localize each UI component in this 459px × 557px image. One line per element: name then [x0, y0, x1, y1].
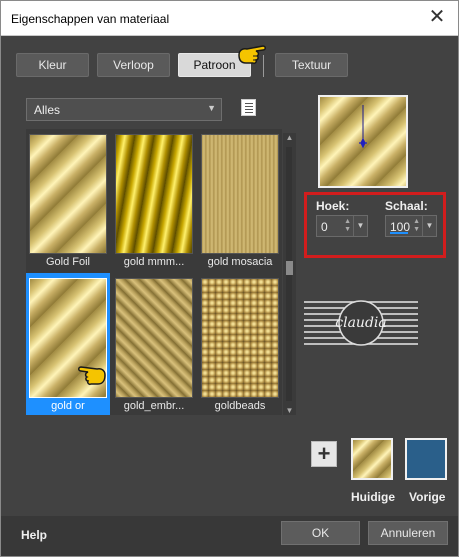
- angle-value: 0: [321, 220, 328, 234]
- angle-label: Hoek:: [316, 199, 350, 213]
- current-swatch[interactable]: [351, 438, 393, 480]
- pattern-name: gold_embr...: [123, 400, 185, 412]
- title-bar: Eigenschappen van materiaal ✕: [1, 1, 458, 36]
- gallery-scrollbar[interactable]: ▲ ▼: [283, 133, 296, 415]
- window-title: Eigenschappen van materiaal: [11, 12, 170, 26]
- pattern-name: gold mmm...: [123, 256, 185, 268]
- pattern-tile[interactable]: Gold Foil: [26, 129, 110, 271]
- pattern-thumbnail: [201, 278, 279, 398]
- tab-textuur[interactable]: Textuur: [275, 53, 348, 77]
- angle-indicator-icon: [359, 105, 367, 149]
- scrollbar-thumb[interactable]: [286, 261, 293, 275]
- material-properties-dialog: Eigenschappen van materiaal ✕ Kleur Verl…: [0, 0, 459, 557]
- pattern-name: gold or: [51, 400, 85, 412]
- chevron-down-icon[interactable]: ▼: [353, 216, 367, 236]
- category-value: Alles: [34, 103, 61, 117]
- close-icon[interactable]: ✕: [426, 6, 448, 28]
- scroll-down-icon[interactable]: ▼: [284, 406, 295, 415]
- spinner-icon[interactable]: ▲ ▼: [344, 218, 351, 234]
- scale-slider-bar: [390, 232, 408, 234]
- scroll-up-icon[interactable]: ▲: [284, 133, 295, 142]
- pattern-thumbnail: [29, 134, 107, 254]
- pattern-tile[interactable]: gold mmm...: [112, 129, 196, 271]
- pattern-thumbnail: [201, 134, 279, 254]
- tab-kleur[interactable]: Kleur: [16, 53, 89, 77]
- chevron-down-icon[interactable]: ▼: [422, 216, 436, 236]
- pattern-thumbnail: [115, 134, 193, 254]
- scale-input[interactable]: 100 ▲ ▼ ▼: [385, 215, 437, 237]
- current-label: Huidige: [351, 490, 395, 504]
- ok-button[interactable]: OK: [281, 521, 360, 545]
- pattern-thumbnail: [115, 278, 193, 398]
- pattern-tile[interactable]: goldbeads: [198, 273, 282, 415]
- pattern-gallery: Gold Foil gold mmm... gold mosacia gold …: [26, 129, 282, 415]
- list-view-icon[interactable]: [241, 99, 256, 116]
- chevron-down-icon: ▼: [207, 103, 216, 113]
- pattern-name: Gold Foil: [45, 256, 91, 268]
- tab-verloop[interactable]: Verloop: [97, 53, 170, 77]
- scale-label: Schaal:: [385, 199, 428, 213]
- add-swatch-button[interactable]: +: [311, 441, 337, 467]
- pattern-preview[interactable]: [318, 95, 408, 188]
- logo-text: claudia: [335, 315, 386, 331]
- previous-label: Vorige: [409, 490, 446, 504]
- pattern-tile[interactable]: gold mosacia: [198, 129, 282, 271]
- pattern-name: gold mosacia: [207, 256, 273, 268]
- previous-swatch[interactable]: [405, 438, 447, 480]
- claudia-logo: claudia: [304, 300, 418, 346]
- angle-input[interactable]: 0 ▲ ▼ ▼: [316, 215, 368, 237]
- cancel-button[interactable]: Annuleren: [368, 521, 448, 545]
- spinner-icon[interactable]: ▲ ▼: [413, 218, 420, 234]
- pointing-hand-icon: [238, 45, 266, 64]
- pattern-name: goldbeads: [214, 400, 266, 412]
- help-link[interactable]: Help: [21, 528, 47, 542]
- pointing-hand-icon: [78, 366, 106, 385]
- pattern-tile[interactable]: gold_embr...: [112, 273, 196, 415]
- category-dropdown[interactable]: Alles ▼: [26, 98, 222, 121]
- pattern-tile-selected[interactable]: gold or: [26, 273, 110, 415]
